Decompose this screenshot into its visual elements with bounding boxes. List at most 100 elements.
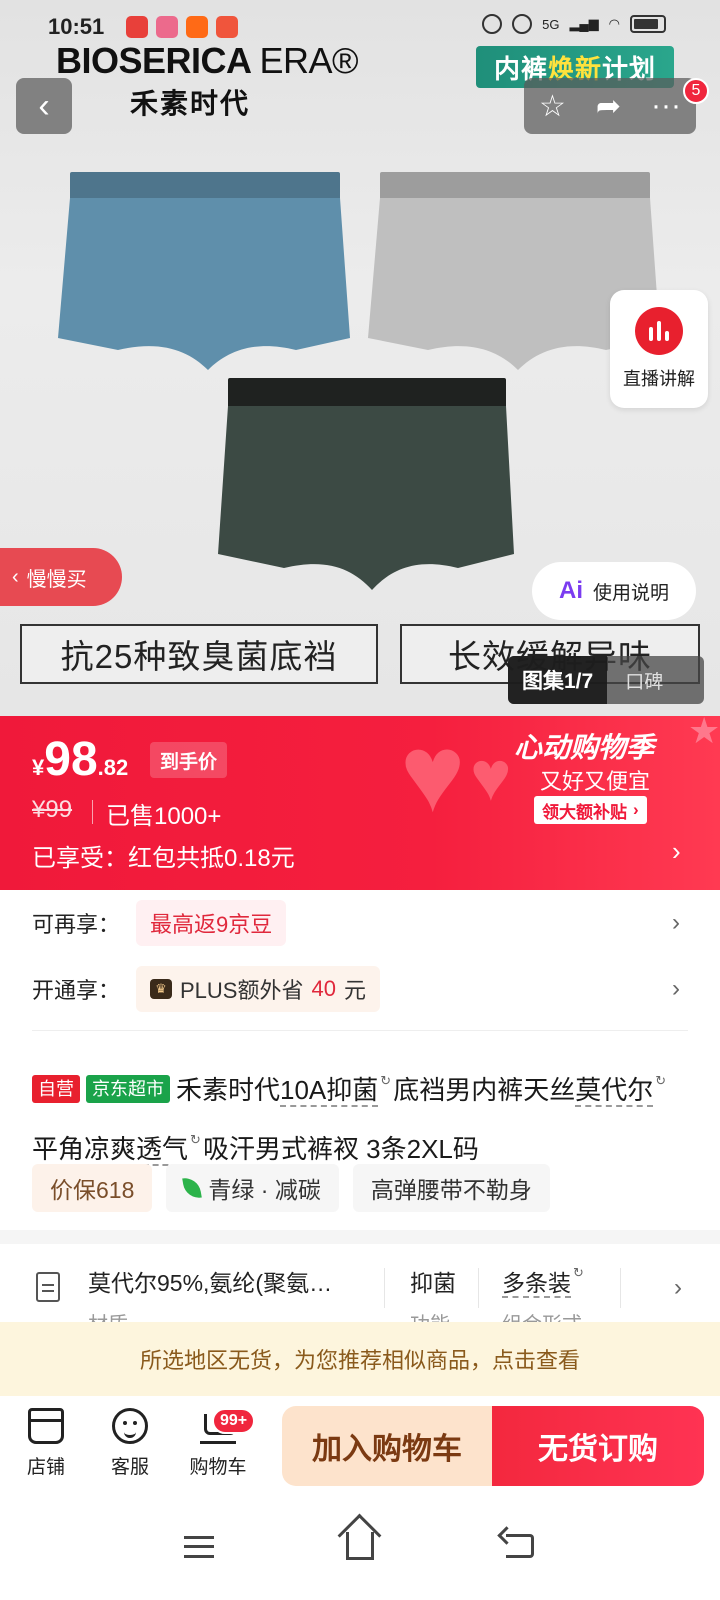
home-icon[interactable] (346, 1532, 374, 1560)
spec-function-label: 功能 (410, 1308, 456, 1322)
price-integer: 98 (44, 733, 98, 786)
status-time: 10:51 (48, 14, 105, 39)
cart-count-badge: 99+ (212, 1408, 256, 1434)
chevron-left-icon: ‹ (12, 565, 19, 588)
heart-decoration-icon: ♥ (470, 737, 512, 815)
low-carbon-label: 青绿 · 减碳 (208, 1177, 321, 1203)
leaf-icon (182, 1175, 203, 1201)
chevron-right-icon: › (672, 975, 680, 1002)
benefit-row-jingdou[interactable]: 可再享： 最高返9京豆 › (0, 890, 720, 956)
title-keyword-link[interactable]: 莫代尔 (575, 1075, 654, 1107)
recent-apps-icon[interactable] (184, 1536, 214, 1558)
share-icon[interactable]: ➦ (596, 89, 621, 124)
out-of-stock-order-button[interactable]: 无货订购 (492, 1406, 704, 1486)
spec-summary-row[interactable]: 莫代尔95%,氨纶(聚氨… 材质 抑菌 功能 多条装↻ 组合形式 › (0, 1254, 720, 1322)
pinduoduo-app-icon (156, 16, 178, 38)
store-label: 店铺 (26, 1457, 65, 1478)
title-keyword-link[interactable]: 凉爽透气 (84, 1134, 189, 1166)
more-options-icon[interactable]: ··· (651, 89, 681, 123)
spec-function: 抑菌 功能 (410, 1264, 456, 1322)
mute-icon (512, 14, 533, 34)
crown-icon: ♛ (150, 979, 172, 999)
slow-buy-button[interactable]: ‹ 慢慢买 (0, 548, 122, 606)
store-button[interactable]: 店铺 (14, 1408, 78, 1479)
title-part: 平角 (32, 1134, 85, 1164)
chevron-right-icon: › (633, 800, 639, 819)
cart-label: 购物车 (189, 1457, 247, 1478)
search-keyword-icon: ↻ (190, 1132, 201, 1147)
back-button[interactable]: ‹ (16, 78, 72, 134)
brand-name-cn: 禾素时代 (130, 88, 251, 119)
gallery-tab-images[interactable]: 图集1/7 (508, 656, 608, 704)
product-hero: 10:51 5G ▂▄▆ ◠ BIOSERICA ERA® 禾素时代 内裤 焕新 … (0, 0, 720, 716)
benefit-label: 可再享： (32, 912, 121, 937)
plus-saving-chip: ♛ PLUS额外省 40 元 (136, 966, 380, 1012)
shop-app-icon (216, 16, 238, 38)
alarm-icon (482, 14, 503, 34)
search-keyword-icon: ↻ (655, 1073, 667, 1088)
chevron-right-icon: › (672, 909, 680, 936)
final-price: ¥ 98 .82 (32, 736, 128, 784)
feature-caption-1: 抗25种致臭菌底裆 (20, 624, 378, 684)
event-subtitle: 又好又便宜 (540, 769, 651, 794)
low-carbon-chip[interactable]: 青绿 · 减碳 (166, 1164, 339, 1212)
event-title: 心动购物季 (514, 732, 655, 763)
dark-green-briefs-image (218, 378, 514, 590)
blue-briefs-image (58, 172, 350, 370)
sold-count: 已售1000+ (106, 803, 222, 830)
spec-pack-label: 组合形式 (502, 1308, 586, 1322)
customer-service-icon (112, 1408, 148, 1444)
title-part: 吸汗男式裤衩 3条2XL码 (202, 1134, 479, 1164)
benefit-label: 开通享： (32, 978, 121, 1003)
weibo-app-icon (126, 16, 148, 38)
add-to-cart-button[interactable]: 加入购物车 (282, 1406, 492, 1486)
customer-service-label: 客服 (110, 1457, 149, 1478)
brand-name-en: BIOSERICA (56, 40, 252, 81)
jd-supermarket-tag: 京东超市 (86, 1075, 170, 1103)
out-of-stock-notice[interactable]: 所选地区无货，为您推荐相似商品，点击查看 (0, 1322, 720, 1396)
spec-divider (620, 1268, 621, 1308)
section-divider (32, 1030, 688, 1031)
service-chips: 价保618 青绿 · 减碳 高弹腰带不勒身 (32, 1164, 550, 1212)
search-keyword-icon: ↻ (573, 1265, 584, 1280)
live-explain-button[interactable]: 直播讲解 (610, 290, 708, 408)
taobao-app-icon (186, 16, 208, 38)
product-title: 自营 京东超市 禾素时代10A抑菌 ↻底裆男内裤天丝莫代尔 ↻平角凉爽透气 ↻吸汗男式裤衩… (32, 1056, 690, 1174)
live-bars-icon (635, 307, 683, 355)
title-part: 禾素时代 (176, 1075, 281, 1105)
gallery-switcher: 图集1/7 口碑 (508, 656, 704, 704)
back-nav-icon[interactable] (506, 1534, 534, 1558)
waistband-feature-chip[interactable]: 高弹腰带不勒身 (352, 1164, 550, 1212)
usage-instructions-button[interactable]: Ai 使用说明 (532, 562, 696, 620)
network-type-label: 5G (542, 16, 560, 32)
spec-pack: 多条装↻ 组合形式 (502, 1264, 586, 1322)
price-currency: ¥ (32, 755, 45, 780)
title-keyword-link[interactable]: 10A抑菌 (280, 1075, 379, 1107)
status-app-icons (126, 16, 238, 38)
customer-service-button[interactable]: 客服 (98, 1408, 162, 1479)
ai-sparkle-icon: Ai (558, 577, 583, 604)
price-protect-chip[interactable]: 价保618 (32, 1164, 153, 1212)
status-indicators: 5G ▂▄▆ ◠ (482, 14, 666, 34)
slow-buy-label: 慢慢买 (26, 568, 87, 591)
favorite-star-icon[interactable]: ☆ (539, 89, 566, 124)
self-operated-tag: 自营 (32, 1075, 80, 1103)
price-divider (92, 800, 93, 824)
chevron-right-icon[interactable]: › (672, 836, 681, 867)
jingdou-reward-chip: 最高返9京豆 (136, 900, 287, 946)
discount-applied-text[interactable]: 已享受：红包共抵0.18元 (32, 838, 295, 873)
claim-subsidy-label: 领大额补贴 (542, 802, 627, 822)
final-price-tag: 到手价 (150, 742, 228, 778)
claim-subsidy-button[interactable]: 领大额补贴 › (534, 796, 647, 824)
live-explain-label: 直播讲解 (623, 369, 695, 389)
plus-saving-suffix: 元 (343, 978, 366, 1003)
bottom-action-bar: 店铺 客服 购物车 99+ 加入购物车 无货订购 (0, 1396, 720, 1496)
section-gap (0, 1230, 720, 1244)
star-decoration-icon: ★ (688, 716, 720, 751)
benefit-row-plus[interactable]: 开通享： ♛ PLUS额外省 40 元 › (0, 956, 720, 1022)
search-keyword-icon: ↻ (380, 1073, 392, 1088)
gallery-tab-reviews[interactable]: 口碑 (607, 667, 663, 694)
original-price: ¥99 (32, 796, 73, 823)
message-count-badge: 5 (683, 78, 709, 104)
store-icon (28, 1408, 64, 1444)
